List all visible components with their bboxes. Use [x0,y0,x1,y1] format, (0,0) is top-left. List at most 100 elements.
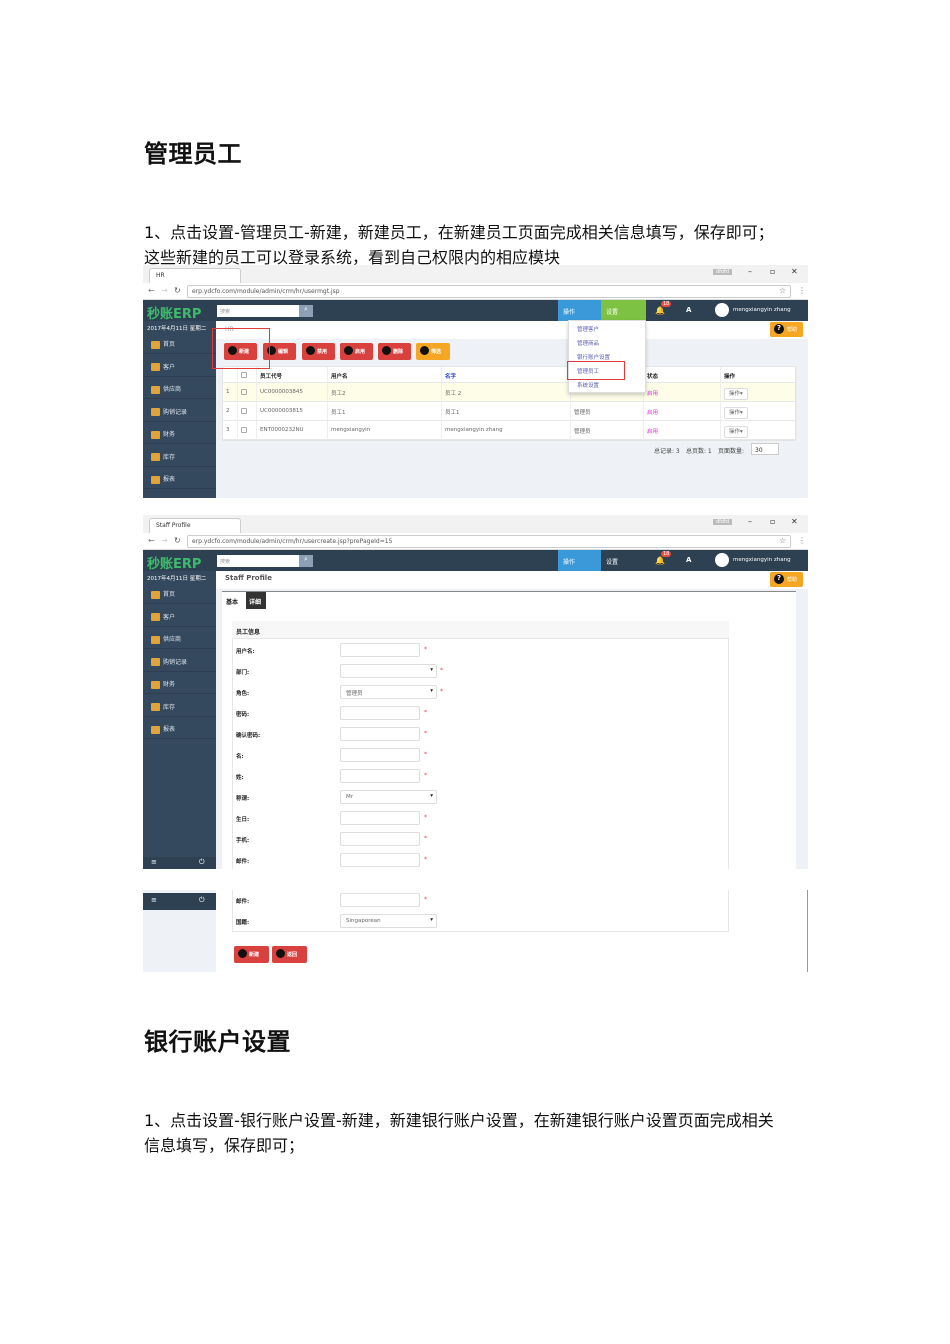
input-field[interactable] [340,643,420,657]
avatar[interactable] [715,553,729,567]
back-icon[interactable]: ← [148,536,155,545]
url-input[interactable]: erp.ydcfo.com/module/admin/crm/hr/usermg… [187,285,791,298]
power-icon[interactable]: ⏻ [199,896,205,905]
page-size-select[interactable]: 30 [751,443,779,455]
menu-icon[interactable]: ≡ [151,896,157,904]
select-field[interactable]: 管理员 [340,685,437,699]
close-icon[interactable]: ✕ [791,267,798,276]
row-checkbox[interactable] [241,389,247,395]
search-button[interactable]: ⌕ [299,555,313,567]
table-cell: ENT0000232NU [257,421,328,440]
filter-button[interactable]: 筛选 [416,343,450,360]
forward-icon[interactable]: → [161,286,168,295]
help-button[interactable]: ? 帮助 [770,572,803,587]
restore-icon[interactable]: ▫ [770,267,775,276]
menu-icon[interactable]: ≡ [151,858,157,866]
row-checkbox[interactable] [241,372,247,378]
bell-icon[interactable]: 🔔 [655,556,665,565]
field-label: 邮件: [236,899,250,905]
settings-menu-button[interactable]: 设置 [601,550,646,571]
search-button[interactable]: ⌕ [299,305,313,317]
input-field[interactable] [340,832,420,846]
power-icon[interactable]: ⏻ [199,858,205,867]
disable-button[interactable]: 禁用 [302,343,335,360]
delete-button[interactable]: 删除 [378,343,411,360]
back-button[interactable]: 返回 [272,946,307,963]
font-size-button[interactable]: A [686,556,691,564]
sidebar-item[interactable]: 供应商 [143,627,216,649]
user-menu[interactable]: mengxiangyin zhang [733,557,791,563]
settings-menu-button[interactable]: 设置 [601,300,646,321]
input-field[interactable] [340,748,420,762]
row-actions-button[interactable]: 操作▾ [724,407,748,419]
sidebar-item[interactable]: 财务 [143,422,216,444]
sidebar-item[interactable]: 购销记录 [143,650,216,672]
sidebar-item[interactable]: 首页 [143,582,216,604]
search-input[interactable]: 搜索 [217,305,299,317]
sidebar-item[interactable]: 报表 [143,467,216,489]
enable-button[interactable]: 启用 [340,343,373,360]
user-menu[interactable]: mengxiangyin zhang [733,307,791,313]
browser-menu-icon[interactable]: ⋮ [798,286,806,295]
table-cell: 用户名 [328,367,442,383]
input-field[interactable] [340,706,420,720]
cell-text: 员工1 [331,410,346,416]
input-field[interactable] [340,853,420,867]
input-field[interactable] [340,727,420,741]
bookmark-star-icon[interactable]: ☆ [779,286,786,295]
sidebar-item[interactable]: 客户 [143,355,216,377]
breadcrumb-bar [216,321,808,339]
save-new-button[interactable]: 新建 [234,946,269,963]
url-input[interactable]: erp.ydcfo.com/module/admin/crm/hr/usercr… [187,535,791,548]
minimize-icon[interactable]: – [748,267,752,276]
sidebar-item[interactable]: 购销记录 [143,400,216,422]
browser-tab[interactable]: Staff Profile [149,518,241,533]
select-field[interactable] [340,664,437,678]
sidebar-item[interactable]: 首页 [143,332,216,354]
restore-icon[interactable]: ▫ [770,517,775,526]
sidebar-item[interactable]: 财务 [143,672,216,694]
search-input[interactable]: 搜索 [217,555,299,567]
sidebar-item[interactable]: 客户 [143,605,216,627]
browser-tab[interactable]: HR [149,268,241,283]
tab-detail[interactable]: 详细 [246,592,266,609]
required-marker: * [424,896,427,903]
select-field[interactable]: Mr [340,790,437,804]
input-field[interactable] [340,893,420,907]
back-icon[interactable]: ← [148,286,155,295]
select-field[interactable]: Singaporean [340,914,437,928]
reload-icon[interactable]: ↻ [174,286,181,295]
tab-basic[interactable]: 基本 [226,597,238,606]
help-button[interactable]: ? 帮助 [770,322,803,337]
input-field[interactable] [340,811,420,825]
sidebar-item[interactable]: 库存 [143,695,216,717]
reload-icon[interactable]: ↻ [174,536,181,545]
back-icon [276,948,285,958]
table-cell: 管理员 [571,421,644,440]
browser-menu-icon[interactable]: ⋮ [798,536,806,545]
notification-badge: 18 [661,301,672,307]
row-checkbox[interactable] [241,408,247,414]
minimize-icon[interactable]: – [748,517,752,526]
bookmark-star-icon[interactable]: ☆ [779,536,786,545]
bell-icon[interactable]: 🔔 [655,306,665,315]
table-cell [238,421,257,440]
input-field[interactable] [340,769,420,783]
row-actions-button[interactable]: 操作▾ [724,426,748,438]
font-size-button[interactable]: A [686,306,691,314]
cell-text: 员工1 [445,410,460,416]
ops-menu-button[interactable]: 操作 [558,550,601,571]
table-row: 3 ENT0000232NU mengxiangyin mengxiangyin zh… [223,421,797,440]
sidebar-item-icon [151,658,160,666]
ops-menu-button[interactable]: 操作 [558,300,601,321]
row-actions-button[interactable]: 操作▾ [724,388,748,400]
dropdown-item[interactable]: 管理客户 [569,321,645,335]
dropdown-item[interactable]: 管理商品 [569,335,645,349]
row-checkbox[interactable] [241,427,247,433]
avatar[interactable] [715,303,729,317]
forward-icon[interactable]: → [161,536,168,545]
close-icon[interactable]: ✕ [791,517,798,526]
sidebar-item[interactable]: 报表 [143,717,216,739]
sidebar-item[interactable]: 库存 [143,445,216,467]
sidebar-item[interactable]: 供应商 [143,377,216,399]
